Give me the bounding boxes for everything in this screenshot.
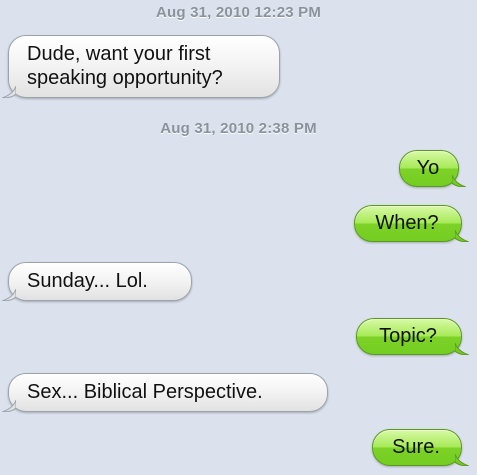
bubble-tail-icon	[455, 454, 469, 466]
sent-message-bubble[interactable]: Yo	[399, 150, 466, 187]
timestamp: Aug 31, 2010 12:23 PM	[155, 4, 322, 21]
received-message-bubble[interactable]: Sex... Biblical Perspective.	[2, 373, 328, 412]
sent-message-bubble[interactable]: When?	[354, 205, 469, 242]
bubble-tail-icon	[452, 175, 466, 187]
message-text: When?	[375, 212, 439, 234]
message-thread[interactable]: Aug 31, 2010 12:23 PM Dude, want your fi…	[0, 0, 477, 475]
message-text: Yo	[416, 157, 440, 179]
bubble-tail-icon	[2, 289, 16, 301]
sent-message-bubble[interactable]: Topic?	[356, 318, 469, 355]
message-text: Sunday... Lol.	[27, 270, 148, 292]
message-text: Dude, want your first speaking opportuni…	[27, 43, 223, 89]
message-text: Topic?	[379, 325, 437, 347]
bubble-tail-icon	[2, 86, 16, 98]
timestamp: Aug 31, 2010 2:38 PM	[160, 120, 317, 137]
sent-message-bubble[interactable]: Sure.	[372, 429, 469, 466]
bubble-tail-icon	[2, 400, 16, 412]
bubble-tail-icon	[455, 343, 469, 355]
received-message-bubble[interactable]: Sunday... Lol.	[2, 262, 192, 301]
message-text: Sex... Biblical Perspective.	[27, 381, 263, 403]
message-text: Sure.	[392, 436, 440, 458]
bubble-tail-icon	[455, 230, 469, 242]
received-message-bubble[interactable]: Dude, want your first speaking opportuni…	[2, 35, 280, 98]
